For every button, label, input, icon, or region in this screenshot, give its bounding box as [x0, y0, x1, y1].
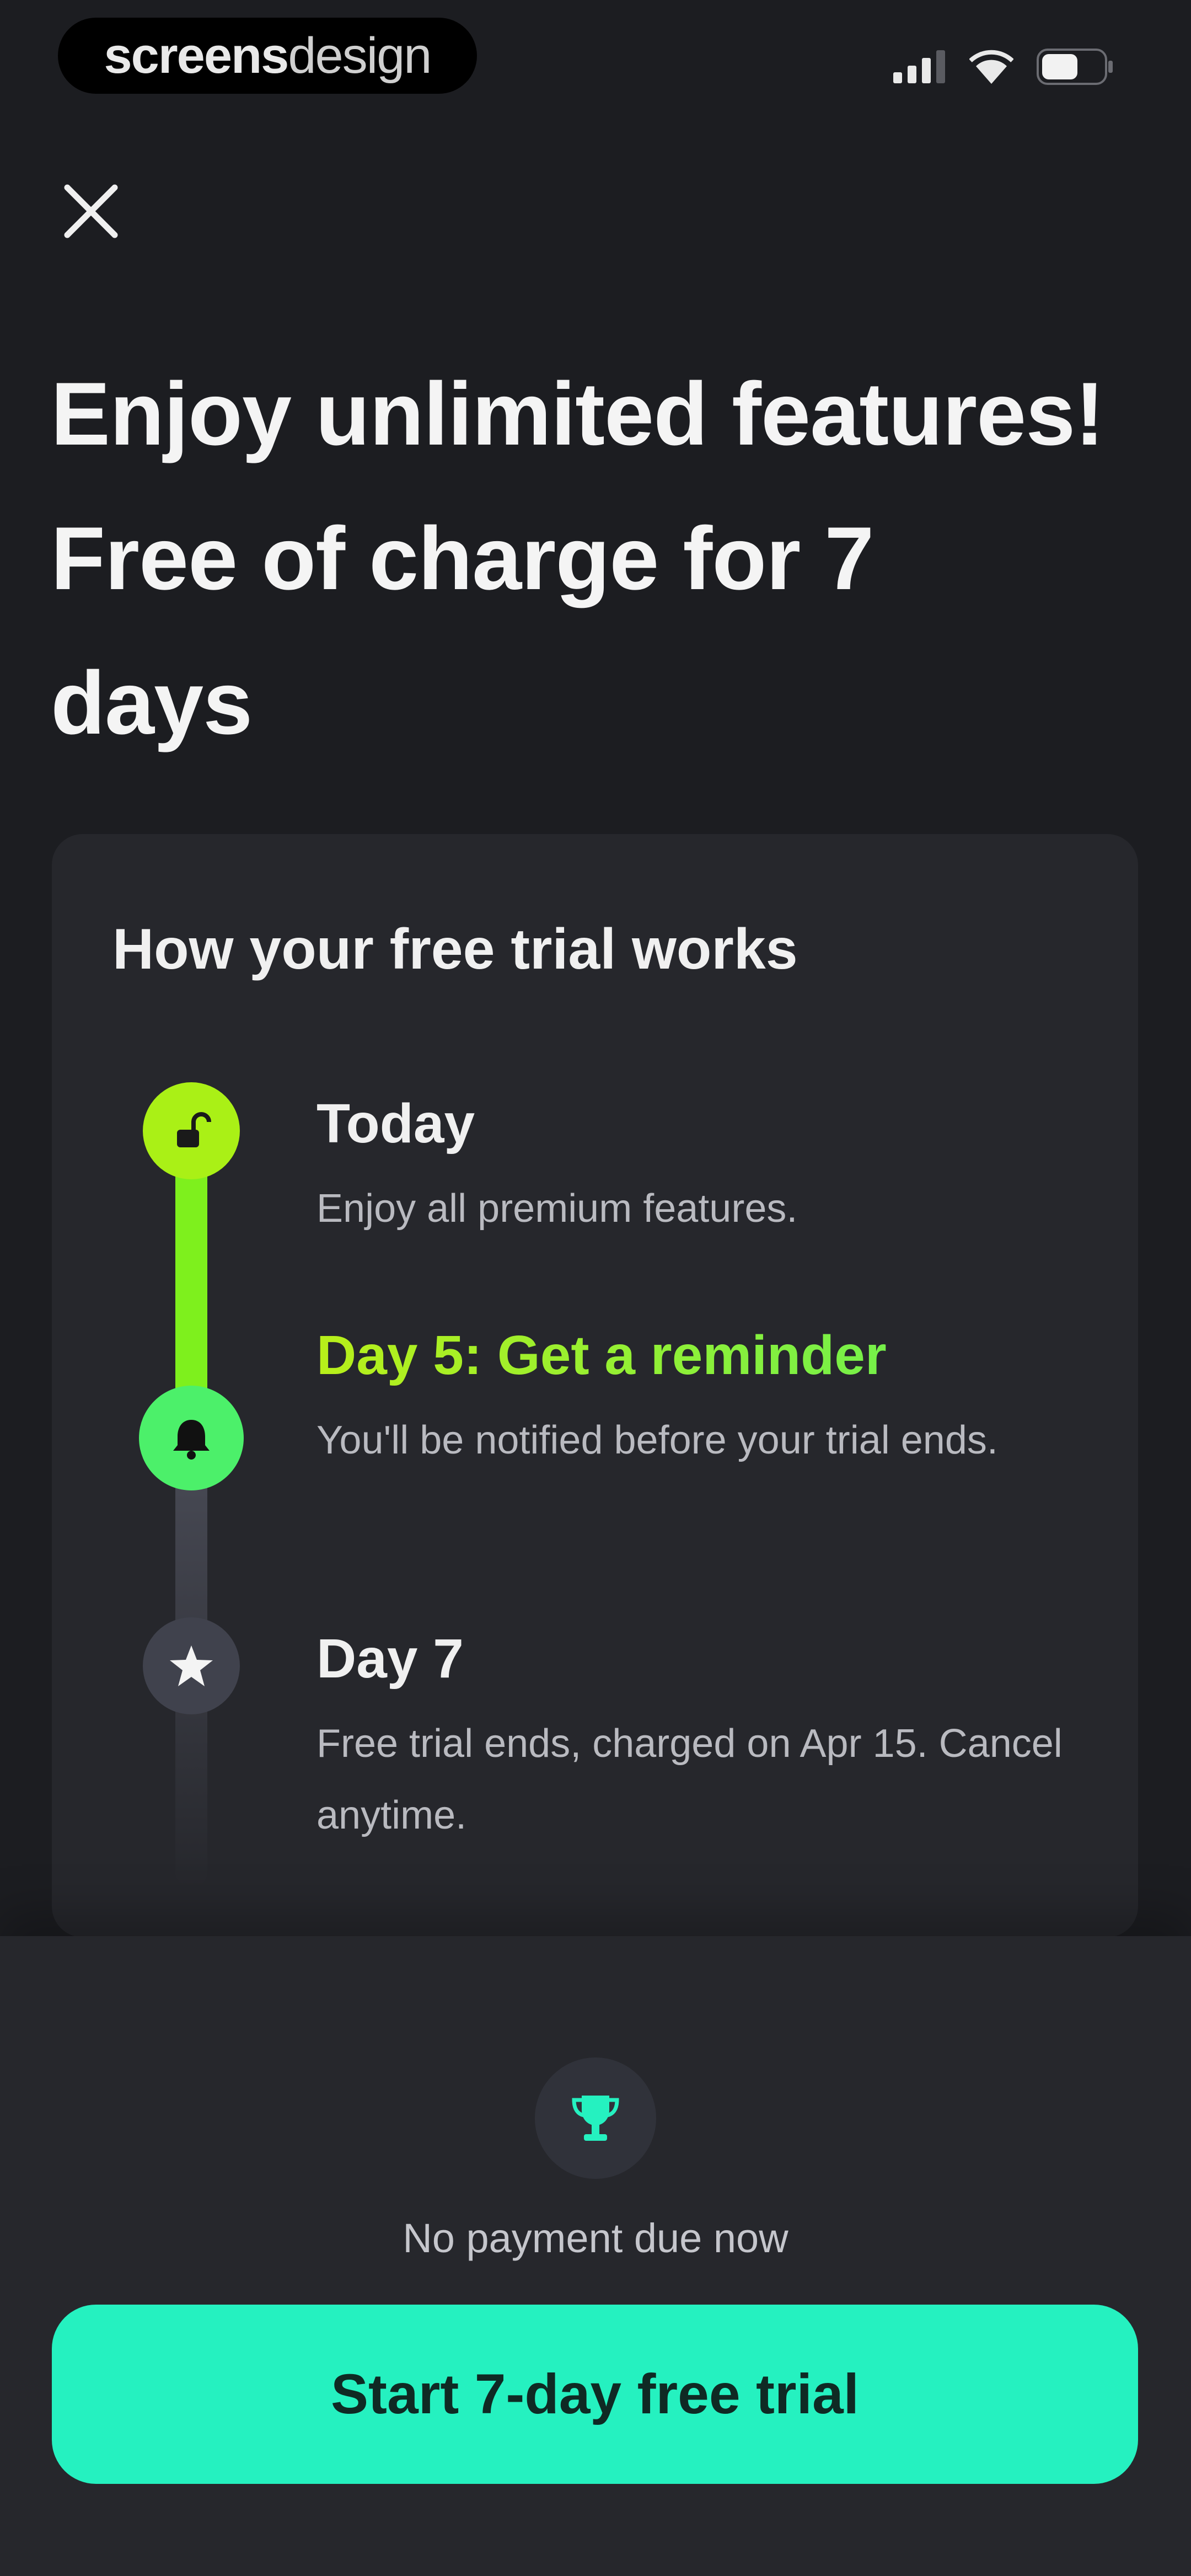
page-title: Enjoy unlimited features! Free of charge…	[51, 364, 1104, 753]
trophy-icon	[572, 2096, 619, 2141]
start-free-trial-button[interactable]: Start 7-day free trial	[52, 2305, 1138, 2484]
status-icons	[893, 49, 1114, 88]
step-description: You'll be notified before your trial end…	[316, 1418, 998, 1462]
trophy-badge	[535, 2057, 656, 2179]
step-description: Free trial ends, charged on Apr 15. Canc…	[316, 1722, 1063, 1837]
trial-timeline-card: How your free trial works Today Enjoy al…	[52, 834, 1138, 1937]
step-title: Day 7	[316, 1628, 464, 1690]
timeline-node-day5	[139, 1386, 244, 1490]
timeline-node-day7	[143, 1617, 240, 1714]
timeline-node-today	[143, 1082, 240, 1179]
unlock-icon	[177, 1112, 211, 1147]
battery-icon	[1037, 49, 1114, 88]
signal-icon	[893, 50, 946, 86]
wifi-icon	[969, 50, 1014, 87]
close-button[interactable]	[55, 175, 127, 247]
brand-text-bold: screens	[104, 27, 289, 84]
step-title: Day 5: Get a reminder	[316, 1319, 1088, 1391]
step-title: Today	[316, 1093, 475, 1155]
timeline-step-today: Today Enjoy all premium features.	[316, 1088, 1088, 1244]
close-icon	[64, 184, 118, 238]
brand-logo: screens design	[58, 18, 477, 94]
card-title: How your free trial works	[112, 917, 798, 981]
step-description: Enjoy all premium features.	[316, 1187, 798, 1231]
status-bar: screens design	[0, 0, 1191, 116]
bottom-panel: No payment due now Start 7-day free tria…	[0, 1936, 1191, 2576]
brand-text-light: design	[288, 27, 432, 84]
timeline-step-day5: Day 5: Get a reminder You'll be notified…	[316, 1319, 1088, 1476]
timeline-step-day7: Day 7 Free trial ends, charged on Apr 15…	[316, 1623, 1088, 1851]
bell-icon	[173, 1420, 210, 1460]
no-payment-note: No payment due now	[403, 2215, 788, 2261]
star-icon	[170, 1645, 213, 1686]
